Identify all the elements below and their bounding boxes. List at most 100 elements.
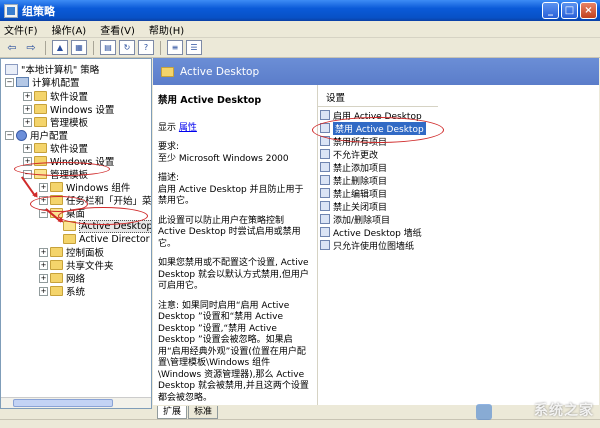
menu-view[interactable]: 查看(V) (100, 22, 135, 37)
tree-label: Windows 组件 (66, 183, 131, 194)
folder-icon (34, 143, 47, 153)
list-item[interactable]: 添加/删除项目 (320, 213, 390, 226)
tree-user-config[interactable]: − 用户配置 (5, 129, 68, 142)
properties-icon[interactable]: ▤ (100, 40, 116, 55)
menu-help[interactable]: 帮助(H) (149, 22, 184, 37)
toolbar-separator (160, 40, 161, 55)
tab-standard[interactable]: 标准 (188, 406, 219, 419)
tree-computer-config[interactable]: − 计算机配置 (5, 76, 80, 89)
maximize-button[interactable]: □ (561, 2, 578, 19)
list-item[interactable]: 不允许更改 (320, 148, 378, 161)
tree-item[interactable]: + 管理模板 (23, 116, 89, 129)
list-item[interactable]: 禁止编辑项目 (320, 187, 387, 200)
tree-label: Active Desktop (79, 219, 151, 233)
tree-item[interactable]: + 软件设置 (23, 90, 88, 103)
tree-root[interactable]: "本地计算机" 策略 (5, 63, 100, 76)
folder-icon (34, 117, 47, 127)
setting-icon (320, 201, 330, 211)
expand-icon[interactable]: + (39, 247, 48, 257)
back-icon[interactable]: ⇦ (4, 40, 20, 55)
expand-icon[interactable]: + (23, 117, 32, 127)
expand-icon[interactable]: + (39, 195, 48, 205)
folder-open-icon (63, 221, 76, 231)
tree-label: "本地计算机" 策略 (21, 65, 100, 76)
list-item[interactable]: 禁用所有项目 (320, 135, 387, 148)
expand-icon[interactable]: + (39, 273, 48, 283)
computer-icon (16, 77, 29, 87)
expand-icon[interactable]: + (23, 104, 32, 114)
setting-icon (320, 188, 330, 198)
details-view-icon[interactable]: ≡ (167, 40, 183, 55)
list-item[interactable]: 启用 Active Desktop (320, 109, 422, 122)
tree-horizontal-scrollbar[interactable] (1, 397, 151, 408)
tree-label: 计算机配置 (32, 78, 80, 89)
help-icon[interactable]: ? (138, 40, 154, 55)
show-label: 显示 (158, 122, 177, 133)
list-view-icon[interactable]: ☰ (186, 40, 202, 55)
show-tree-icon[interactable]: ▦ (71, 40, 87, 55)
tree-item[interactable]: + 软件设置 (23, 142, 88, 155)
setting-icon (320, 136, 330, 146)
list-item[interactable]: 禁止删除项目 (320, 174, 387, 187)
tree-item[interactable]: + Windows 设置 (23, 155, 115, 168)
minimize-button[interactable]: _ (542, 2, 559, 19)
column-header-setting[interactable]: 设置 (318, 91, 438, 107)
tree-label: Windows 设置 (50, 157, 115, 168)
setting-icon (320, 110, 330, 120)
list-item-selected[interactable]: 禁用 Active Desktop (320, 121, 426, 135)
menu-action[interactable]: 操作(A) (52, 22, 87, 37)
menu-bar: 文件(F) 操作(A) 查看(V) 帮助(H) (0, 21, 600, 38)
collapse-icon[interactable]: − (5, 130, 14, 140)
tree-item[interactable]: + 控制面板 (39, 246, 104, 259)
setting-icon (320, 123, 330, 133)
up-folder-icon[interactable]: ▲ (52, 40, 68, 55)
folder-open-icon (34, 169, 47, 179)
menu-file[interactable]: 文件(F) (4, 22, 38, 37)
tree-item[interactable]: + 系统 (39, 285, 85, 298)
close-button[interactable]: × (580, 2, 597, 19)
tree-label: 网络 (66, 274, 86, 285)
tree-item[interactable]: + Windows 组件 (39, 181, 131, 194)
tree-item[interactable]: + Windows 设置 (23, 103, 114, 116)
watermark: 系统之家 (534, 403, 594, 419)
expand-icon[interactable]: + (39, 260, 48, 270)
description-text: 描述: 启用 Active Desktop 并且防止用于禁用它。 (158, 173, 304, 206)
toolbar-separator (93, 40, 94, 55)
tree-item-active-desktop[interactable]: Active Desktop (63, 219, 151, 233)
expand-icon[interactable]: + (39, 182, 48, 192)
tree-item[interactable]: + 网络 (39, 272, 86, 285)
view-tabs: 扩展 标准 (153, 405, 599, 419)
description-note: 注意: 如果同时启用“启用 Active Desktop ”设置和“禁用 Act… (158, 300, 309, 403)
list-item[interactable]: 禁止关闭项目 (320, 200, 387, 213)
expand-icon[interactable]: + (23, 156, 32, 166)
title-bar: 组策略 _ □ × (0, 0, 600, 21)
tree-item[interactable]: + 任务栏和「开始」菜 (39, 194, 151, 207)
expand-icon[interactable]: + (39, 286, 48, 296)
folder-icon (34, 156, 47, 166)
tree-item[interactable]: + 共享文件夹 (39, 259, 114, 272)
tree-label: 管理模板 (50, 118, 89, 129)
list-item[interactable]: 只允许使用位图墙纸 (320, 239, 414, 252)
collapse-icon[interactable]: − (5, 77, 14, 87)
list-item[interactable]: Active Desktop 墙纸 (320, 226, 422, 239)
folder-icon (50, 247, 63, 257)
tree-item-admin-templates[interactable]: − 管理模板 (23, 168, 88, 181)
list-item[interactable]: 禁止添加项目 (320, 161, 387, 174)
collapse-icon[interactable]: − (23, 169, 32, 179)
folder-icon (50, 286, 63, 296)
folder-icon (34, 104, 47, 114)
policy-tree: "本地计算机" 策略 − 计算机配置 + 软件设置 + Windows 设置 + 管理模… (0, 58, 152, 409)
folder-icon (50, 260, 63, 270)
tree-item[interactable]: Active Director (63, 233, 150, 245)
refresh-icon[interactable]: ↻ (119, 40, 135, 55)
properties-link[interactable]: 属性 (179, 123, 197, 133)
expand-icon[interactable]: + (23, 91, 32, 101)
description-paragraph: 如果您禁用或不配置这个设置, Active Desktop 就会以默认方式禁用,… (158, 258, 309, 291)
scrollbar-thumb[interactable] (13, 399, 113, 407)
expand-icon[interactable]: + (23, 143, 32, 153)
toolbar: ⇦ ⇨ ▲ ▦ ▤ ↻ ? ≡ ☰ (0, 38, 600, 58)
policy-title: 禁用 Active Desktop (158, 95, 262, 106)
forward-icon[interactable]: ⇨ (23, 40, 39, 55)
group-policy-icon (4, 3, 18, 18)
tab-extended[interactable]: 扩展 (157, 406, 188, 419)
